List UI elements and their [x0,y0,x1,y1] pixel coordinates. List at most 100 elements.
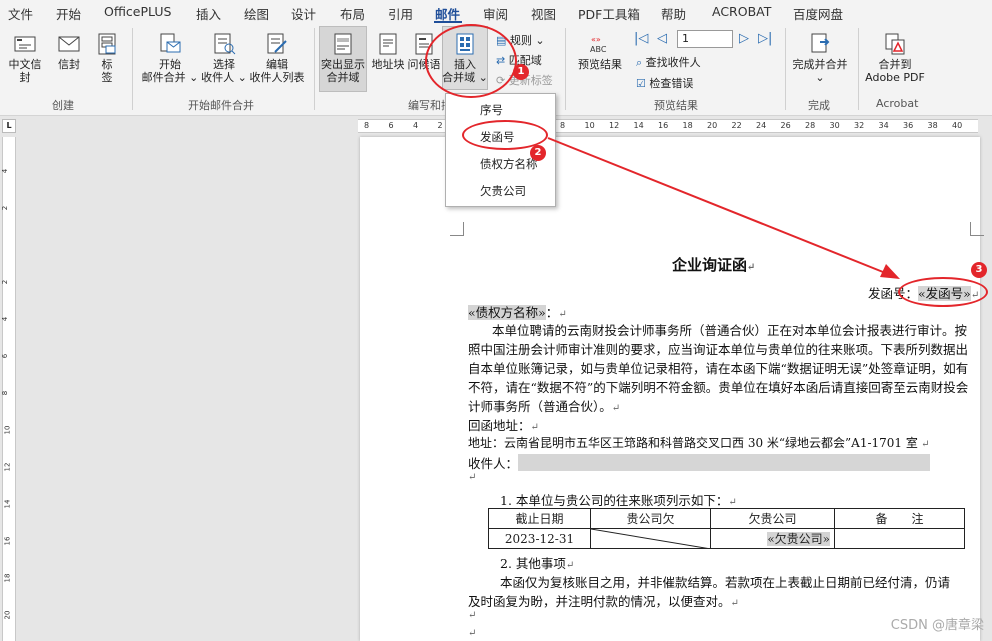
ruler-mark: 12 [609,121,620,130]
group-separator [858,28,859,110]
ruler-mark: 20 [707,121,718,130]
ruler-mark: 10 [584,121,595,130]
table-header-cell: 贵公司欠 [590,508,711,529]
ruler-mark: 28 [805,121,816,130]
envelope-icon [58,36,80,52]
owed-merge-field[interactable]: «欠贵公司» [767,532,830,546]
ruler-mark: 6 [388,121,394,130]
diagonal-line-icon [591,529,711,549]
tab-insert[interactable]: 插入 [196,4,221,23]
check-errors-button[interactable]: ☑ 检查错误 [636,75,693,91]
empty-paragraph: ↵ [468,472,477,483]
svg-text:«»: «» [591,35,601,44]
table-cell-owed: «欠贵公司» [710,528,835,549]
ruler-mark: 32 [854,121,865,130]
vertical-ruler-mark: 10 [3,425,12,435]
highlight-merge-fields-button[interactable]: 突出显示 合并域 [319,32,367,84]
tab-view[interactable]: 视图 [531,4,556,23]
list-item-2: 2. 其他事项↵ [500,556,575,571]
table-header-cell: 欠贵公司 [710,508,835,529]
recipient-label: 收件人： [468,456,519,471]
vertical-ruler-scale [2,137,16,641]
tab-baidu-netdisk[interactable]: 百度网盘 [793,4,843,23]
merge-to-adobe-pdf-button[interactable]: 合并到 Adobe PDF [862,32,928,84]
crop-mark [970,222,984,236]
last-record-button[interactable]: ▷| [758,31,772,46]
vertical-ruler-mark: 8 [1,390,10,396]
tab-help[interactable]: 帮助 [661,4,686,23]
first-record-icon: |◁ [634,31,649,46]
ruler-mark: 14 [633,121,644,130]
next-record-button[interactable]: ▷ [739,31,749,46]
vertical-ruler-mark: 2 [1,279,10,285]
accounts-table: 截止日期 贵公司欠 欠贵公司 备 注 2023-12-31 «欠贵公司» [488,508,965,549]
tab-design[interactable]: 设计 [291,4,316,23]
creditor-line: «债权方名称»：↵ [468,305,567,320]
record-number-input[interactable]: 1 [677,30,733,48]
creditor-name-merge-field[interactable]: «债权方名称» [468,305,546,320]
group-finish-label: 完成 [808,99,830,112]
table-header-row: 截止日期 贵公司欠 欠贵公司 备 注 [488,508,965,529]
group-separator [314,28,315,110]
edit-recipient-list-button[interactable]: 编辑 收件人列表 [248,32,306,84]
envelope-button[interactable]: 信封 [52,32,86,71]
group-separator [132,28,133,110]
annotation-badge-3: 3 [971,262,987,278]
table-header-cell: 备 注 [834,508,965,529]
ruler-mark: 34 [878,121,889,130]
finish-merge-button[interactable]: 完成并合并 ⌄ [790,32,850,84]
ruler-mark: 16 [658,121,669,130]
tab-references[interactable]: 引用 [388,4,413,23]
preview-results-button[interactable]: «» ABC 预览结果 [572,32,628,71]
address-block-button[interactable]: 地址块 [370,32,406,71]
address-block-icon [379,33,397,55]
chinese-envelope-button[interactable]: 中文信封 [4,32,46,84]
adobe-pdf-icon [885,33,905,55]
dropdown-item-serial[interactable]: 序号 [480,102,503,118]
ruler-mark: 18 [682,121,693,130]
annotation-badge-1: 1 [513,64,529,80]
active-tab-indicator [434,21,462,23]
table-cell-date: 2023-12-31 [488,528,591,549]
start-mail-merge-button[interactable]: 开始 邮件合并 ⌄ [141,32,199,84]
tab-review[interactable]: 审阅 [483,4,508,23]
paragraph-line: 本单位聘请的云南财投会计师事务所（普通合伙）正在对本单位会计报表进行审计。按 [492,323,968,338]
labels-button[interactable]: 标 签 [92,32,122,84]
menu-bar: 文件 开始 OfficePLUS 插入 绘图 设计 布局 引用 邮件 审阅 视图… [0,0,992,24]
find-recipient-button[interactable]: ⌕ 查找收件人 [636,54,701,70]
tab-draw[interactable]: 绘图 [244,4,269,23]
recipient-redacted-block [518,454,930,471]
tab-home[interactable]: 开始 [56,4,81,23]
start-mail-merge-icon [160,33,181,53]
ruler-mark: 2 [437,121,443,130]
vertical-ruler: 4 2 2 4 6 8 10 12 14 16 18 20 [0,137,20,641]
tab-stop-selector[interactable]: L [2,119,16,133]
ruler-mark: 8 [560,121,566,130]
ruler-mark: 36 [903,121,914,130]
tab-pdf-toolbox[interactable]: PDF工具箱 [578,4,640,23]
vertical-ruler-mark: 4 [1,168,10,174]
dropdown-item-owed-company[interactable]: 欠贵公司 [480,183,526,199]
document-title: 企业询证函↵ [672,256,756,274]
annotation-ring-insert [425,24,517,98]
dropdown-item-creditor-name[interactable]: 债权方名称 [480,156,538,172]
vertical-ruler-mark: 12 [3,462,12,472]
tab-officeplus[interactable]: OfficePLUS [104,4,171,19]
tab-acrobat[interactable]: ACROBAT [712,4,771,19]
ruler-mark: 38 [927,121,938,130]
paragraph-line: 不符，请在“数据不符”的下端列明不符金额。贵单位在填好本函后请直接回寄至云南财投… [468,380,969,395]
select-recipients-button[interactable]: 选择 收件人 ⌄ [200,32,248,84]
tab-layout[interactable]: 布局 [340,4,365,23]
group-acrobat-label: Acrobat [876,97,919,110]
edit-recipient-list-icon [267,33,287,54]
previous-record-button[interactable]: ◁ [657,31,667,46]
group-create-label: 创建 [52,99,74,112]
tab-file[interactable]: 文件 [8,4,33,23]
previous-record-icon: ◁ [657,31,667,46]
finish-merge-icon [811,33,830,53]
first-record-button[interactable]: |◁ [634,31,648,46]
paragraph-line: 自本单位账簿记录，如与贵单位记录相符，请在本函下端“数据证明无误”处签章证明，如… [468,361,969,376]
paragraph-line: 计师事务所（普通合伙）。↵ [468,399,621,414]
vertical-ruler-mark: 14 [3,499,12,509]
group-preview-label: 预览结果 [654,99,698,112]
